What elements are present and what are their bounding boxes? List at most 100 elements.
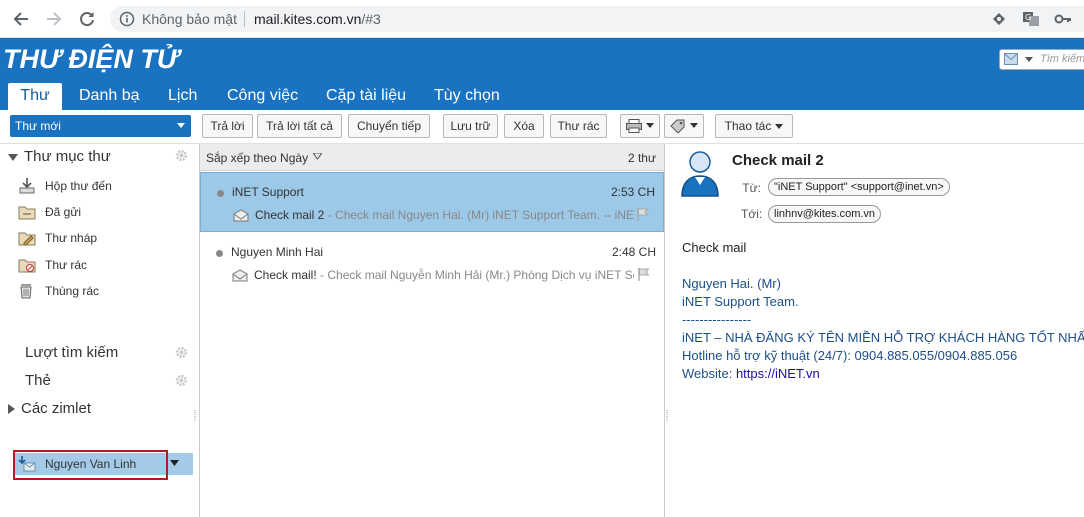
reading-pane: Check mail 2 Từ: "iNET Support" <support… [671, 144, 1084, 517]
print-button[interactable] [620, 114, 660, 138]
new-mail-button[interactable]: Thư mới [10, 115, 191, 137]
gear-icon[interactable] [175, 149, 188, 162]
delete-button[interactable]: Xóa [504, 114, 544, 138]
sort-label[interactable]: Sắp xếp theo Ngày [206, 151, 308, 165]
chevron-down-icon[interactable] [690, 123, 698, 129]
searches-section-header[interactable]: Lượt tìm kiếm [25, 344, 118, 361]
search-placeholder: Tìm kiếm [1040, 53, 1084, 65]
to-address-pill[interactable]: linhnv@kites.com.vn [768, 205, 882, 223]
sort-bar[interactable]: Sắp xếp theo Ngày 2 thư [200, 144, 664, 171]
message-subject-line: Check mail! - Check mail Nguyễn Minh Hải… [254, 268, 634, 282]
folder-label: Thư nháp [45, 231, 98, 245]
message-count: 2 thư [627, 151, 656, 165]
tab-mail[interactable]: Thư [8, 83, 62, 110]
drag-handle-icon[interactable] [666, 410, 669, 422]
unread-dot [216, 250, 223, 257]
expand-triangle-icon[interactable] [8, 404, 15, 415]
trash-icon [20, 284, 32, 299]
tab-briefcase[interactable]: Cặp tài liệu [326, 83, 406, 110]
url-path: /#3 [361, 11, 381, 27]
message-time: 2:48 CH [611, 245, 656, 259]
tab-contacts[interactable]: Danh bạ [79, 83, 140, 110]
key-icon[interactable] [1054, 11, 1072, 27]
website-link[interactable]: https://iNET.vn [736, 366, 820, 381]
body-divider: ---------------- [682, 312, 752, 327]
chevron-down-icon[interactable] [775, 124, 784, 130]
unread-dot [217, 190, 224, 197]
message-row[interactable]: Nguyen Minh Hai 2:48 CH Check mail! - Ch… [200, 233, 664, 293]
zimlets-section-header[interactable]: Các zimlet [8, 400, 91, 417]
folders-section-header[interactable]: Thư mục thư [8, 148, 111, 165]
forward-arrow-icon [47, 12, 62, 26]
folder-trash[interactable]: Thùng rác [18, 281, 99, 301]
gear-icon[interactable] [175, 346, 188, 359]
message-list: Sắp xếp theo Ngày 2 thư iNET Support 2:5… [199, 144, 665, 517]
reply-all-button[interactable]: Trả lời tất cả [257, 114, 342, 138]
translate-icon[interactable]: G [1022, 11, 1040, 27]
collapse-triangle-icon[interactable] [8, 153, 18, 161]
back-arrow-icon [13, 12, 28, 26]
folder-sent[interactable]: Đã gửi [18, 202, 81, 222]
flag-icon[interactable] [637, 208, 649, 221]
sort-arrow-icon[interactable] [313, 153, 322, 160]
browser-toolbar: Không bảo mật mail.kites.com.vn/#3 G [0, 0, 1084, 38]
flag-icon[interactable] [638, 268, 650, 281]
tags-section-header[interactable]: Thẻ [25, 372, 51, 389]
forward-button[interactable]: Chuyển tiếp [348, 114, 430, 138]
info-icon[interactable] [119, 11, 135, 27]
url-text: mail.kites.com.vn/#3 [254, 11, 381, 27]
forward-button[interactable] [43, 8, 65, 30]
message-fragment: - Check mail Nguyen Hai. (Mr) iNET Suppo… [324, 208, 635, 222]
search-input[interactable]: Tìm kiếm [999, 49, 1084, 70]
folders-header-label: Thư mục thư [24, 148, 111, 165]
message-subject: Check mail! [254, 268, 317, 282]
chevron-down-icon[interactable] [170, 460, 179, 466]
inbox-icon [19, 178, 35, 194]
folder-inbox[interactable]: Hộp thư đến [18, 176, 112, 196]
folder-label: Thư rác [45, 258, 88, 272]
drafts-icon [18, 232, 36, 246]
url-host: mail.kites.com.vn [254, 11, 362, 27]
archive-button[interactable]: Lưu trữ [443, 114, 498, 138]
message-row[interactable]: iNET Support 2:53 CH Check mail 2 - Chec… [200, 172, 664, 232]
spam-button[interactable]: Thư rác [550, 114, 607, 138]
tag-button[interactable] [664, 114, 704, 138]
from-address-pill[interactable]: "iNET Support" <support@inet.vn> [768, 178, 950, 196]
reload-button[interactable] [76, 8, 98, 30]
body-sig-team: iNET Support Team. [682, 294, 799, 309]
actions-button[interactable]: Thao tác [715, 114, 793, 138]
drag-handle-icon[interactable] [194, 410, 197, 422]
reload-icon [80, 12, 94, 27]
folder-drafts[interactable]: Thư nháp [18, 228, 97, 248]
body-website: Website: https://iNET.vn [682, 366, 820, 381]
extension-icon[interactable] [990, 11, 1008, 27]
sent-icon [18, 206, 36, 220]
body-company: iNET – NHÀ ĐĂNG KÝ TÊN MIỀN HỖ TRỢ KHÁCH… [682, 330, 1084, 345]
body-hotline: Hotline hỗ trợ kỹ thuật (24/7): 0904.885… [682, 348, 1018, 363]
message-subject-line: Check mail 2 - Check mail Nguyen Hai. (M… [255, 208, 635, 222]
folder-junk[interactable]: Thư rác [18, 255, 87, 275]
back-button[interactable] [10, 8, 32, 30]
app-header: THƯ ĐIỆN TỬ Tìm kiếm Thư Danh bạ Lịch Cô… [0, 38, 1084, 110]
chevron-down-icon[interactable] [177, 123, 185, 128]
new-mail-label: Thư mới [15, 119, 61, 133]
mail-toolbar: Thư mới Trả lời Trả lời tất cả Chuyển ti… [0, 110, 1084, 144]
body-sig-name: Nguyen Hai. (Mr) [682, 276, 781, 291]
junk-icon [18, 259, 36, 273]
message-sender: Nguyen Minh Hai [231, 245, 324, 259]
chevron-down-icon[interactable] [1025, 57, 1033, 62]
gear-icon[interactable] [175, 374, 188, 387]
message-time: 2:53 CH [610, 185, 655, 199]
website-label: Website: [682, 366, 736, 381]
tab-tasks[interactable]: Công việc [227, 83, 298, 110]
address-bar[interactable]: Không bảo mật mail.kites.com.vn/#3 G [110, 6, 1084, 32]
chevron-down-icon[interactable] [646, 123, 654, 129]
tab-calendar[interactable]: Lịch [168, 83, 197, 110]
body-greeting: Check mail [682, 240, 747, 255]
folder-label: Hộp thư đến [45, 179, 112, 193]
reply-button[interactable]: Trả lời [202, 114, 253, 138]
tab-preferences[interactable]: Tùy chọn [434, 83, 500, 110]
printer-icon [626, 118, 642, 133]
to-label: Tới: [741, 207, 763, 221]
envelope-open-icon [233, 209, 249, 222]
